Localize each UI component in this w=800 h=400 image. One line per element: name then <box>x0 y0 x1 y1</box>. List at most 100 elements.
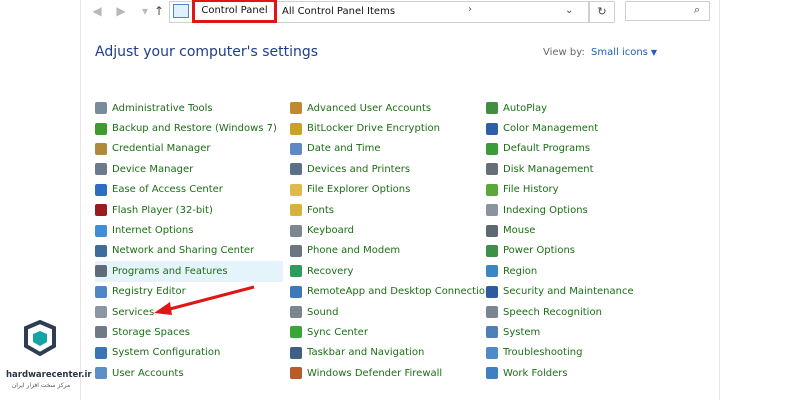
item-ease-of-access-center[interactable]: Ease of Access Center <box>95 180 283 200</box>
items-column-2: Advanced User Accounts BitLocker Drive En… <box>290 98 497 383</box>
item-label: AutoPlay <box>503 102 548 114</box>
control-panel-window: ◀ ▶ ▾ ↑ Control Panel All Control Panel … <box>80 0 720 400</box>
item-storage-spaces[interactable]: Storage Spaces <box>95 322 283 342</box>
watermark-site: hardwarecenter.ir <box>6 370 92 380</box>
color-mgmt-icon <box>486 122 498 135</box>
item-indexing-options[interactable]: Indexing Options <box>486 200 666 220</box>
forward-arrow-icon[interactable]: ▶ <box>111 1 131 21</box>
watermark-tagline: مرکز سخت افزار ایران <box>11 382 71 389</box>
chevron-right-icon[interactable]: › <box>468 4 472 15</box>
work-folders-icon <box>486 367 498 380</box>
item-label: Device Manager <box>112 163 194 175</box>
programs-icon <box>95 265 107 278</box>
item-fonts[interactable]: Fonts <box>290 200 482 220</box>
item-region[interactable]: Region <box>486 261 666 281</box>
item-advanced-user-accounts[interactable]: Advanced User Accounts <box>290 98 482 118</box>
item-label: Programs and Features <box>112 265 228 277</box>
item-label: Indexing Options <box>503 204 588 216</box>
item-power-options[interactable]: Power Options <box>486 241 666 261</box>
item-network-and-sharing-center[interactable]: Network and Sharing Center <box>95 241 283 261</box>
item-internet-options[interactable]: Internet Options <box>95 220 283 240</box>
item-label: Color Management <box>503 123 599 135</box>
item-bitlocker-drive-encryption[interactable]: BitLocker Drive Encryption <box>290 118 482 138</box>
item-disk-management[interactable]: Disk Management <box>486 159 666 179</box>
back-arrow-icon[interactable]: ◀ <box>87 1 107 21</box>
item-label: BitLocker Drive Encryption <box>307 123 440 135</box>
item-system[interactable]: System <box>486 322 666 342</box>
file-history-icon <box>486 183 498 196</box>
item-label: System Configuration <box>112 347 221 359</box>
troubleshoot-icon <box>486 346 498 359</box>
item-mouse[interactable]: Mouse <box>486 220 666 240</box>
fonts-icon <box>290 204 302 217</box>
item-autoplay[interactable]: AutoPlay <box>486 98 666 118</box>
item-default-programs[interactable]: Default Programs <box>486 139 666 159</box>
address-field[interactable]: Control Panel All Control Panel Items › … <box>169 0 589 23</box>
item-keyboard[interactable]: Keyboard <box>290 220 482 240</box>
item-label: Sync Center <box>307 326 368 338</box>
item-user-accounts[interactable]: User Accounts <box>95 363 283 383</box>
flag-icon <box>486 285 498 298</box>
refresh-button[interactable]: ↻ <box>589 1 615 23</box>
sync-icon <box>290 326 302 339</box>
device-manager-icon <box>95 163 107 176</box>
red-arrow-annotation <box>154 285 255 315</box>
item-date-and-time[interactable]: Date and Time <box>290 139 482 159</box>
item-devices-and-printers[interactable]: Devices and Printers <box>290 159 482 179</box>
breadcrumb-control-panel[interactable]: Control Panel <box>192 0 277 23</box>
item-backup-and-restore-windows-7[interactable]: Backup and Restore (Windows 7) <box>95 118 283 138</box>
network-icon <box>95 244 107 257</box>
address-bar: ◀ ▶ ▾ ↑ Control Panel All Control Panel … <box>81 0 719 24</box>
item-label: Troubleshooting <box>503 347 583 359</box>
item-file-explorer-options[interactable]: File Explorer Options <box>290 180 482 200</box>
item-speech-recognition[interactable]: Speech Recognition <box>486 302 666 322</box>
address-dropdown-icon[interactable]: ⌄ <box>565 5 573 16</box>
item-color-management[interactable]: Color Management <box>486 118 666 138</box>
search-icon[interactable]: ⌕ <box>694 3 700 17</box>
sound-icon <box>290 306 302 319</box>
item-administrative-tools[interactable]: Administrative Tools <box>95 98 283 118</box>
item-label: Ease of Access Center <box>112 184 223 196</box>
item-work-folders[interactable]: Work Folders <box>486 363 666 383</box>
view-by-dropdown[interactable]: Small icons ▼ <box>591 47 657 58</box>
item-security-and-maintenance[interactable]: Security and Maintenance <box>486 282 666 302</box>
item-label: Speech Recognition <box>503 306 602 318</box>
item-troubleshooting[interactable]: Troubleshooting <box>486 343 666 363</box>
dropdown-triangle-icon: ▼ <box>650 48 658 57</box>
page-title: Adjust your computer's settings <box>95 44 319 60</box>
item-label: RemoteApp and Desktop Connections <box>307 286 497 298</box>
item-taskbar-and-navigation[interactable]: Taskbar and Navigation <box>290 343 482 363</box>
breadcrumb-all-items[interactable]: All Control Panel Items <box>282 6 395 17</box>
item-label: User Accounts <box>112 367 184 379</box>
item-label: Sound <box>307 306 339 318</box>
item-label: Date and Time <box>307 143 381 155</box>
registry-icon <box>95 285 107 298</box>
power-icon <box>486 244 498 257</box>
item-programs-and-features[interactable]: Programs and Features <box>95 261 283 282</box>
item-remoteapp-and-desktop-connections[interactable]: RemoteApp and Desktop Connections <box>290 282 497 302</box>
firewall-icon <box>290 367 302 380</box>
items-column-3: AutoPlay Color Management Default Programs… <box>486 98 666 383</box>
ease-of-access-icon <box>95 183 107 196</box>
item-recovery[interactable]: Recovery <box>290 261 482 281</box>
up-arrow-icon[interactable]: ↑ <box>149 1 169 21</box>
clock-icon <box>290 142 302 155</box>
item-windows-defender-firewall[interactable]: Windows Defender Firewall <box>290 363 482 383</box>
item-label: Default Programs <box>503 143 591 155</box>
item-flash-player-32-bit[interactable]: Flash Player (32-bit) <box>95 200 283 220</box>
folder-options-icon <box>290 183 302 196</box>
view-by-label: View by: <box>543 47 585 58</box>
autoplay-icon <box>486 102 498 115</box>
control-panel-icon <box>173 4 189 18</box>
item-phone-and-modem[interactable]: Phone and Modem <box>290 241 482 261</box>
item-credential-manager[interactable]: Credential Manager <box>95 139 283 159</box>
item-label: Backup and Restore (Windows 7) <box>112 123 277 135</box>
item-sound[interactable]: Sound <box>290 302 482 322</box>
item-label: Storage Spaces <box>112 326 190 338</box>
item-system-configuration[interactable]: System Configuration <box>95 343 283 363</box>
item-sync-center[interactable]: Sync Center <box>290 322 482 342</box>
item-device-manager[interactable]: Device Manager <box>95 159 283 179</box>
item-label: File History <box>503 184 559 196</box>
item-file-history[interactable]: File History <box>486 180 666 200</box>
recovery-icon <box>290 265 302 278</box>
